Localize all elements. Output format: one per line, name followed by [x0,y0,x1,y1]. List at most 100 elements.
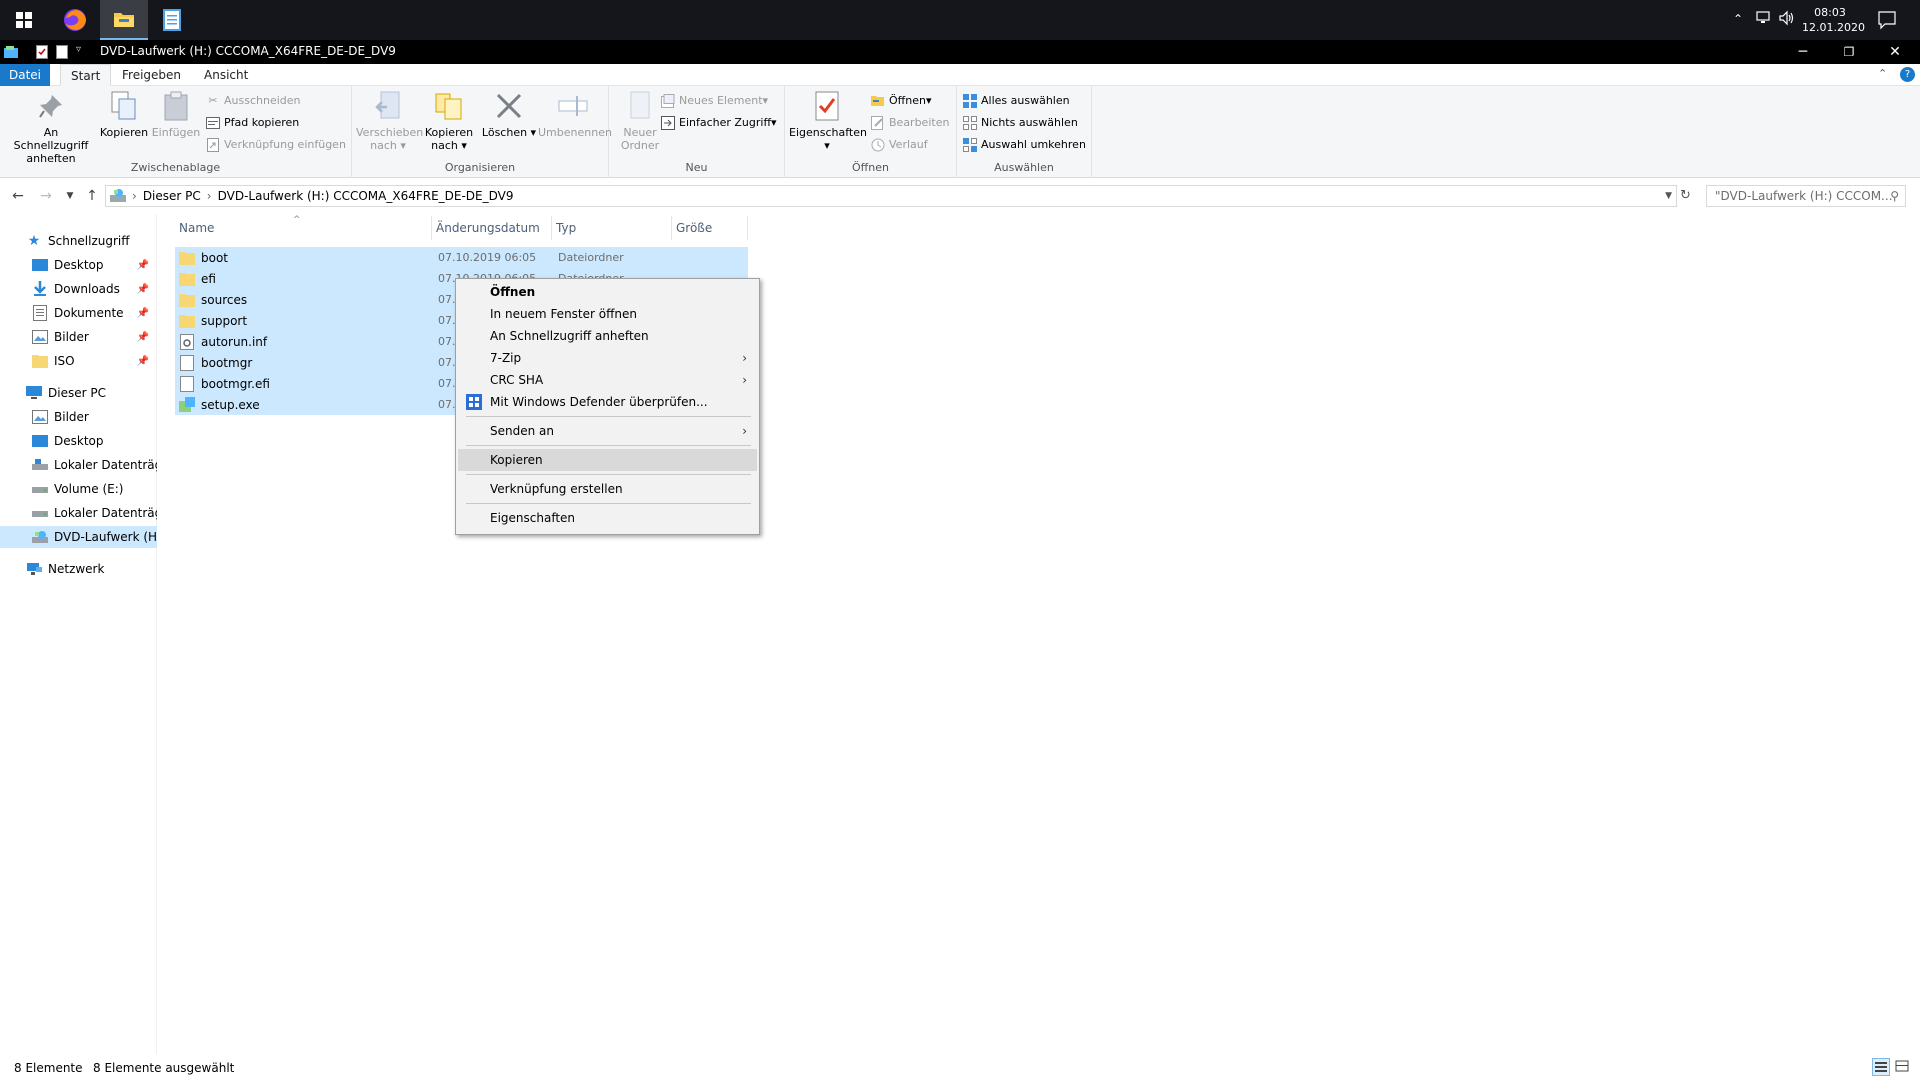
column-header-name[interactable]: Name ^ [175,215,432,240]
nav-pc-pictures[interactable]: Bilder [0,406,157,428]
close-button[interactable]: ✕ [1872,40,1918,64]
nav-pc-local-disk-2[interactable]: Lokaler Datenträger [0,502,157,524]
network-icon[interactable] [1755,10,1773,29]
volume-icon[interactable] [1778,10,1796,29]
file-row-boot[interactable]: boot 07.10.2019 06:05 Dateiordner [175,247,748,268]
easy-access-button[interactable]: Einfacher Zugriff ▾ [661,114,777,132]
nav-pc-local-disk-c[interactable]: Lokaler Datenträger [0,454,157,476]
qat-new-folder-icon[interactable] [56,45,68,62]
recent-locations-button[interactable]: ▼ [60,186,80,206]
edit-button[interactable]: Bearbeiten [871,114,949,132]
help-icon[interactable]: ? [1900,67,1915,82]
column-header-size[interactable]: Größe [672,216,748,240]
menu-create-shortcut[interactable]: Verknüpfung erstellen [458,478,757,500]
paste-shortcut-label: Verknüpfung einfügen [224,138,346,151]
nav-network-label: Netzwerk [48,562,105,576]
back-button[interactable]: ← [8,186,28,206]
delete-button[interactable]: Löschen ▾ [480,90,538,139]
pin-quick-access-label: An Schnellzugriff anheften [13,126,89,165]
copy-path-button[interactable]: Pfad kopieren [206,114,299,132]
paste-shortcut-icon [206,138,220,152]
file-date: 07. [438,398,456,411]
new-item-button[interactable]: Neues Element ▾ [661,92,768,110]
menu-7zip[interactable]: 7-Zip › [458,347,757,369]
select-none-button[interactable]: Nichts auswählen [963,114,1078,132]
menu-send-to[interactable]: Senden an › [458,420,757,442]
nav-pc-pictures-label: Bilder [54,410,89,424]
pin-icon: 📌 [136,307,149,319]
forward-button[interactable]: → [36,186,56,206]
folder-icon [179,250,195,266]
qat-properties-icon[interactable] [36,45,48,62]
nav-quick-access[interactable]: ★ Schnellzugriff [0,230,157,252]
restore-button[interactable]: ❐ [1826,40,1872,64]
up-button[interactable]: ↑ [82,186,102,206]
ribbon-collapse-icon[interactable]: ⌃ [1878,67,1887,80]
menu-open[interactable]: Öffnen [458,281,757,303]
menu-open-new-window[interactable]: In neuem Fenster öffnen [458,303,757,325]
notification-icon[interactable] [1877,10,1897,33]
history-button[interactable]: Verlauf [871,136,928,154]
nav-pc-dvd-drive[interactable]: DVD-Laufwerk (H:) [0,526,157,548]
tab-start[interactable]: Start [60,64,112,86]
taskbar-firefox[interactable] [51,0,99,40]
sort-asc-icon: ^ [293,215,301,225]
invert-selection-button[interactable]: Auswahl umkehren [963,136,1086,154]
paste-shortcut-button[interactable]: Verknüpfung einfügen [206,136,346,154]
menu-separator [466,445,751,446]
tray-chevron-icon[interactable]: ⌃ [1733,12,1743,26]
rename-button[interactable]: Umbenennen [538,90,612,139]
delete-x-icon [493,90,525,122]
nav-quick-iso[interactable]: ISO 📌 [0,350,157,372]
group-open-label: Öffnen [852,161,889,174]
paste-button[interactable]: Einfügen [150,90,202,139]
tab-datei[interactable]: Datei [0,64,50,86]
menu-copy[interactable]: Kopieren [458,449,757,471]
column-header-date[interactable]: Änderungsdatum [432,216,552,240]
menu-crc-sha[interactable]: CRC SHA › [458,369,757,391]
taskbar-notepad[interactable] [148,0,196,40]
copy-to-button[interactable]: Kopieren nach ▾ [420,90,478,152]
start-button[interactable] [0,0,48,40]
tab-ansicht[interactable]: Ansicht [194,64,258,86]
taskbar-explorer[interactable] [100,0,148,40]
nav-this-pc[interactable]: Dieser PC [0,382,157,404]
nav-quick-documents[interactable]: Dokumente 📌 [0,302,157,324]
select-all-button[interactable]: Alles auswählen [963,92,1070,110]
nav-pc-desktop[interactable]: Desktop [0,430,157,452]
pin-quick-access-button[interactable]: An Schnellzugriff anheften [6,90,96,165]
tab-freigeben[interactable]: Freigeben [112,64,191,86]
open-button[interactable]: Öffnen ▾ [871,92,931,110]
properties-label: Eigenschaften [789,126,867,139]
new-folder-button[interactable]: Neuer Ordner [613,90,667,152]
nav-network[interactable]: Netzwerk [0,558,157,580]
delete-label: Löschen [481,126,528,139]
properties-button[interactable]: Eigenschaften ▾ [789,90,867,152]
menu-pin-quick-access[interactable]: An Schnellzugriff anheften [458,325,757,347]
breadcrumb-this-pc[interactable]: Dieser PC [143,189,201,203]
menu-properties[interactable]: Eigenschaften [458,507,757,529]
search-input[interactable]: "DVD-Laufwerk (H:) CCCOM... ⚲ [1706,185,1906,207]
refresh-icon[interactable]: ↻ [1680,188,1691,203]
title-bar[interactable]: ▿ DVD-Laufwerk (H:) CCCOMA_X64FRE_DE-DE_… [0,40,1920,64]
breadcrumb-dvd-drive[interactable]: DVD-Laufwerk (H:) CCCOMA_X64FRE_DE-DE_DV… [218,189,514,203]
nav-quick-desktop[interactable]: Desktop 📌 [0,254,157,276]
menu-windows-defender[interactable]: Mit Windows Defender überprüfen... [458,391,757,413]
minimize-button[interactable]: ─ [1780,40,1826,64]
clock[interactable]: 08:03 12.01.2020 [1802,5,1865,35]
nav-pc-volume-e[interactable]: Volume (E:) [0,478,157,500]
qat-customize-icon[interactable]: ▿ [76,44,81,55]
breadcrumb-separator-icon: › [132,189,137,203]
address-bar[interactable]: › Dieser PC › DVD-Laufwerk (H:) CCCOMA_X… [105,185,1677,207]
large-icons-view-button[interactable] [1894,1058,1912,1076]
address-dropdown-icon[interactable]: ▼ [1665,191,1672,201]
column-header-type[interactable]: Typ [552,216,672,240]
details-view-button[interactable] [1872,1058,1890,1076]
file-name: setup.exe [201,397,260,412]
copy-button[interactable]: Kopieren [98,90,150,139]
nav-quick-downloads[interactable]: Downloads 📌 [0,278,157,300]
nav-quick-pictures[interactable]: Bilder 📌 [0,326,157,348]
cut-button[interactable]: ✂ Ausschneiden [206,92,300,110]
move-to-button[interactable]: Verschieben nach ▾ [356,90,423,152]
properties-check-icon [811,90,843,122]
